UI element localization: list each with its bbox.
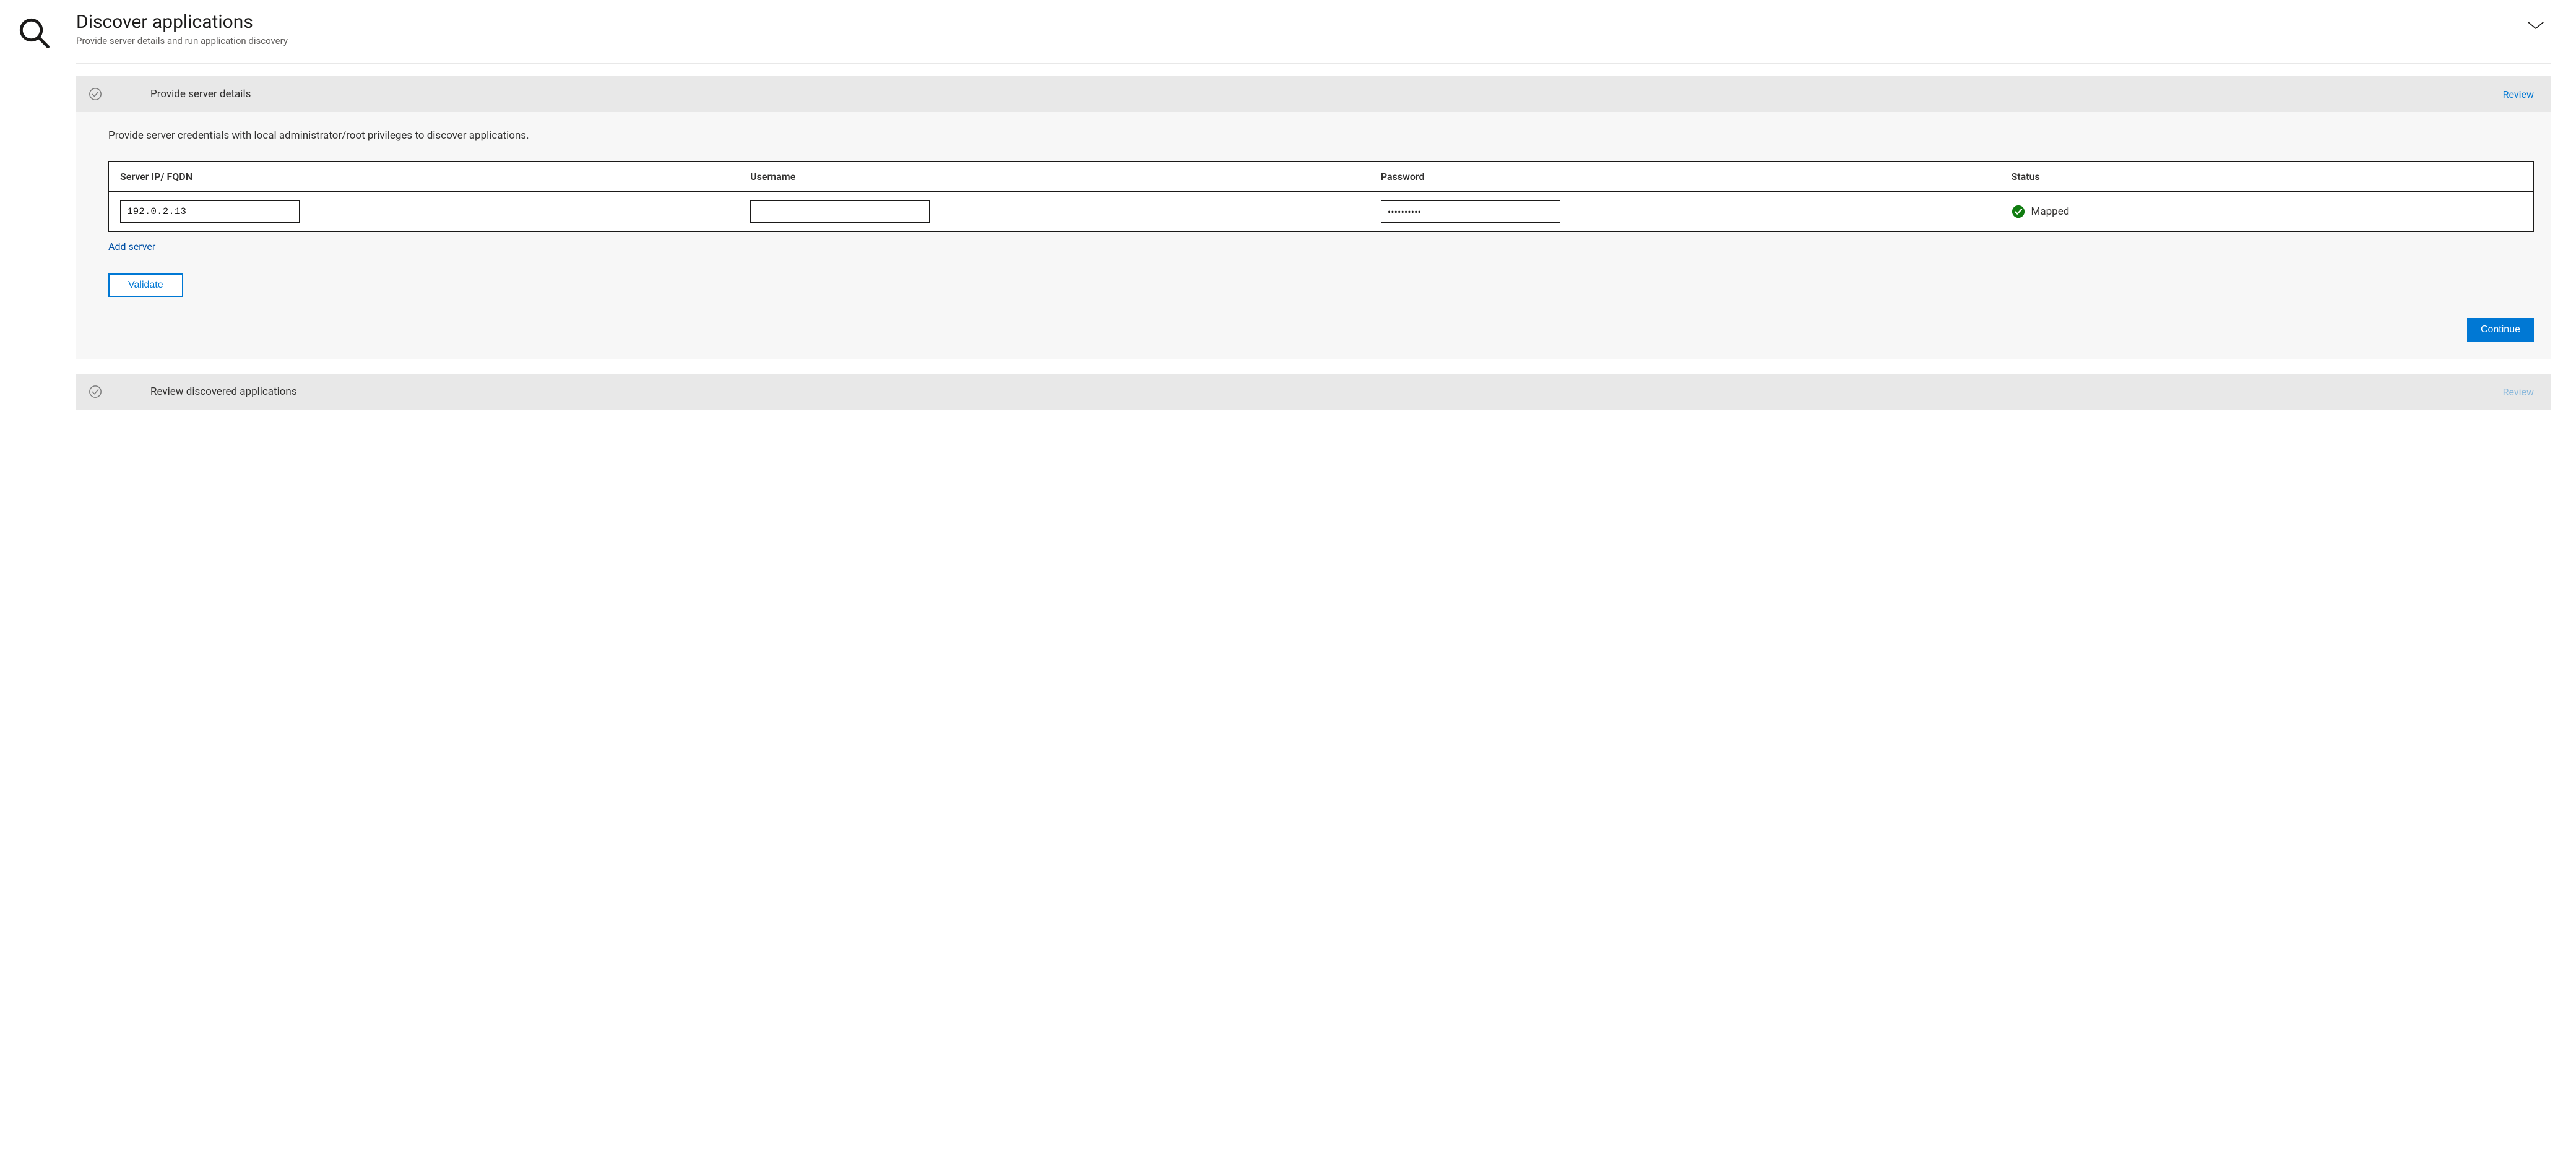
column-header-ip: Server IP/ FQDN [109, 162, 740, 192]
step-provide-server-details: Provide server details Review Provide se… [76, 76, 2551, 359]
step-review-link[interactable]: Review [2503, 386, 2534, 398]
header-divider [76, 63, 2551, 64]
step-review-link[interactable]: Review [2503, 88, 2534, 100]
step-complete-icon [89, 385, 102, 398]
server-credentials-table: Server IP/ FQDN Username Password Status [108, 161, 2534, 232]
username-input[interactable] [750, 200, 930, 223]
column-header-status: Status [2000, 162, 2534, 192]
page-subtitle: Provide server details and run applicati… [76, 35, 2526, 46]
validate-button[interactable]: Validate [108, 273, 183, 297]
password-input[interactable] [1381, 200, 1560, 223]
collapse-chevron-icon[interactable] [2526, 11, 2551, 31]
column-header-password: Password [1370, 162, 2000, 192]
table-row: Mapped [109, 192, 2534, 232]
page-title: Discover applications [76, 11, 2526, 33]
status-text: Mapped [2031, 205, 2070, 218]
continue-button[interactable]: Continue [2467, 318, 2534, 342]
step-instruction: Provide server credentials with local ad… [108, 129, 2534, 142]
search-icon [17, 11, 76, 49]
step-title: Review discovered applications [150, 385, 2503, 398]
status-success-icon [2012, 205, 2025, 218]
step-complete-icon [89, 87, 102, 101]
step-review-discovered-applications: Review discovered applications Review [76, 374, 2551, 410]
step-title: Provide server details [150, 88, 2503, 100]
add-server-link[interactable]: Add server [108, 241, 155, 252]
column-header-username: Username [739, 162, 1370, 192]
server-ip-input[interactable] [120, 200, 300, 223]
